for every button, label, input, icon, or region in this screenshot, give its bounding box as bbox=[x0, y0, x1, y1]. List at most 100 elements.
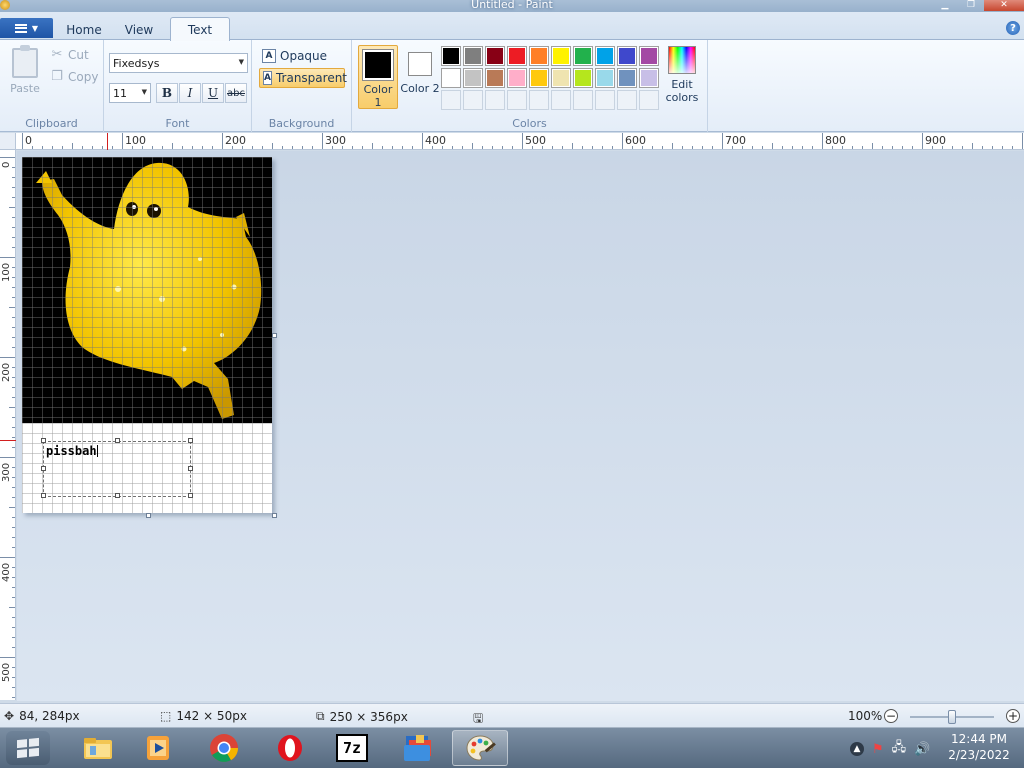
palette-custom-slot-2[interactable] bbox=[463, 90, 483, 110]
italic-button[interactable]: I bbox=[179, 83, 201, 103]
tab-view[interactable]: View bbox=[112, 20, 166, 40]
palette-color-r1-4[interactable] bbox=[507, 46, 527, 66]
start-button[interactable] bbox=[6, 731, 50, 765]
palette-color-r2-5[interactable] bbox=[529, 68, 549, 88]
paste-label: Paste bbox=[10, 82, 40, 95]
paint-menu-button[interactable]: ▼ bbox=[0, 18, 53, 38]
palette-custom-slot-10[interactable] bbox=[639, 90, 659, 110]
window-controls: ▁ ❐ ✕ bbox=[932, 0, 1024, 11]
action-center-icon[interactable]: ⚑ bbox=[872, 742, 884, 757]
text-box-content[interactable]: pissbah bbox=[46, 444, 98, 458]
palette-color-r2-6[interactable] bbox=[551, 68, 571, 88]
text-format-buttons: B I U abc bbox=[156, 83, 247, 103]
palette-color-r1-7[interactable] bbox=[573, 46, 593, 66]
ribbon: Paste ✂ Cut ❐ Copy Clipboard Fixedsys ▼ … bbox=[0, 40, 1024, 132]
text-box-handle-left[interactable] bbox=[41, 466, 46, 471]
font-family-select[interactable]: Fixedsys ▼ bbox=[109, 53, 248, 73]
taskbar-media-player[interactable] bbox=[130, 730, 186, 766]
clipboard-group-label: Clipboard bbox=[25, 117, 78, 130]
font-family-value: Fixedsys bbox=[113, 56, 160, 70]
ruler-h-label: 400 bbox=[425, 134, 446, 147]
palette-color-r1-3[interactable] bbox=[485, 46, 505, 66]
zoom-out-button[interactable]: − bbox=[884, 709, 898, 723]
color1-button[interactable]: Color 1 bbox=[358, 45, 398, 109]
font-size-select[interactable]: 11 ▼ bbox=[109, 83, 151, 103]
zoom-in-button[interactable]: + bbox=[1006, 709, 1020, 723]
palette-custom-slot-3[interactable] bbox=[485, 90, 505, 110]
close-button[interactable]: ✕ bbox=[984, 0, 1024, 11]
media-player-icon bbox=[147, 736, 169, 760]
help-icon[interactable]: ? bbox=[1006, 21, 1020, 35]
text-box[interactable]: pissbah bbox=[43, 441, 191, 497]
palette-color-r2-3[interactable] bbox=[485, 68, 505, 88]
network-icon[interactable]: 🖧 bbox=[892, 738, 907, 760]
text-cursor bbox=[96, 445, 98, 457]
drawing-canvas[interactable]: pissbah bbox=[22, 157, 272, 513]
palette-color-r1-6[interactable] bbox=[551, 46, 571, 66]
canvas-resize-handle-bottom[interactable] bbox=[146, 513, 151, 518]
tab-home[interactable]: Home bbox=[56, 20, 112, 40]
palette-custom-slot-5[interactable] bbox=[529, 90, 549, 110]
text-box-handle-bottom-left[interactable] bbox=[41, 493, 46, 498]
underline-button[interactable]: U bbox=[202, 83, 224, 103]
zoom-level: 100% bbox=[848, 709, 883, 723]
ribbon-tab-strip: ▼ Home View Text ? bbox=[0, 12, 1024, 41]
ruler-cursor-marker-vertical bbox=[0, 440, 16, 441]
palette-color-r1-2[interactable] bbox=[463, 46, 483, 66]
clipboard-group: Paste ✂ Cut ❐ Copy Clipboard bbox=[0, 40, 104, 132]
canvas-resize-handle-right[interactable] bbox=[272, 333, 277, 338]
text-box-handle-top-left[interactable] bbox=[41, 438, 46, 443]
palette-color-r2-8[interactable] bbox=[595, 68, 615, 88]
zoom-slider-thumb[interactable] bbox=[948, 710, 956, 724]
palette-color-r1-1[interactable] bbox=[441, 46, 461, 66]
palette-color-r2-2[interactable] bbox=[463, 68, 483, 88]
transparent-button[interactable]: A Transparent bbox=[259, 68, 347, 88]
palette-custom-slot-7[interactable] bbox=[573, 90, 593, 110]
palette-custom-slot-4[interactable] bbox=[507, 90, 527, 110]
minimize-button[interactable]: ▁ bbox=[932, 0, 958, 11]
palette-color-r1-8[interactable] bbox=[595, 46, 615, 66]
taskbar-file-manager[interactable] bbox=[390, 730, 446, 766]
bold-button[interactable]: B bbox=[156, 83, 178, 103]
text-box-handle-top-right[interactable] bbox=[188, 438, 193, 443]
cut-button[interactable]: ✂ Cut bbox=[50, 46, 89, 64]
opaque-button[interactable]: A Opaque bbox=[259, 46, 345, 66]
taskbar-chrome[interactable] bbox=[196, 730, 252, 766]
palette-color-r1-5[interactable] bbox=[529, 46, 549, 66]
palette-custom-slot-9[interactable] bbox=[617, 90, 637, 110]
colors-group-label: Colors bbox=[512, 117, 547, 130]
text-box-handle-bottom[interactable] bbox=[115, 493, 120, 498]
palette-custom-slot-6[interactable] bbox=[551, 90, 571, 110]
paste-button[interactable]: Paste bbox=[6, 45, 44, 100]
palette-color-r2-4[interactable] bbox=[507, 68, 527, 88]
text-box-handle-top[interactable] bbox=[115, 438, 120, 443]
text-box-handle-right[interactable] bbox=[188, 466, 193, 471]
show-hidden-icons-icon[interactable]: ▲ bbox=[850, 742, 864, 756]
palette-color-r2-7[interactable] bbox=[573, 68, 593, 88]
palette-color-r2-9[interactable] bbox=[617, 68, 637, 88]
taskbar-7zip[interactable]: 7z bbox=[324, 730, 380, 766]
text-box-handle-bottom-right[interactable] bbox=[188, 493, 193, 498]
color2-button[interactable]: Color 2 bbox=[400, 45, 440, 109]
palette-color-r1-10[interactable] bbox=[639, 46, 659, 66]
system-clock[interactable]: 12:44 PM 2/23/2022 bbox=[946, 731, 1012, 763]
taskbar-paint[interactable] bbox=[452, 730, 508, 766]
chrome-icon bbox=[210, 734, 238, 762]
ruler-h-label: 100 bbox=[125, 134, 146, 147]
palette-custom-slot-1[interactable] bbox=[441, 90, 461, 110]
taskbar-opera[interactable] bbox=[262, 730, 318, 766]
copy-button[interactable]: ❐ Copy bbox=[50, 68, 98, 86]
palette-color-r1-9[interactable] bbox=[617, 46, 637, 66]
palette-color-r2-10[interactable] bbox=[639, 68, 659, 88]
palette-color-r2-1[interactable] bbox=[441, 68, 461, 88]
opera-icon bbox=[278, 735, 302, 761]
strikethrough-button[interactable]: abc bbox=[225, 83, 247, 103]
canvas-resize-handle-corner[interactable] bbox=[272, 513, 277, 518]
edit-colors-button[interactable]: Edit colors bbox=[662, 46, 702, 104]
windows-logo-icon bbox=[17, 737, 39, 759]
volume-icon[interactable]: 🔊 bbox=[914, 742, 930, 757]
tab-text[interactable]: Text bbox=[170, 17, 230, 41]
taskbar-explorer[interactable] bbox=[70, 730, 126, 766]
palette-custom-slot-8[interactable] bbox=[595, 90, 615, 110]
maximize-button[interactable]: ❐ bbox=[958, 0, 984, 11]
